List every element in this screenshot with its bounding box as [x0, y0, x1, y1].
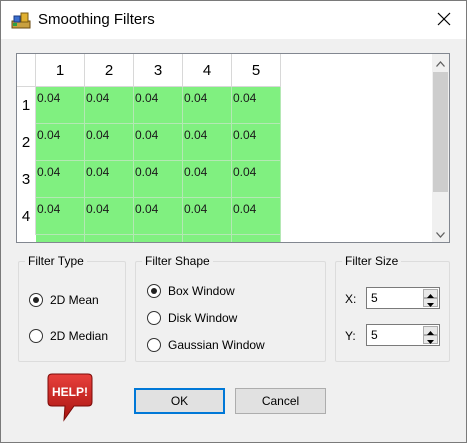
row-header[interactable]: 4 — [17, 198, 36, 235]
help-icon: HELP! — [47, 373, 93, 422]
filter-type-group: Filter Type 2D Mean 2D Median — [18, 254, 126, 362]
grid-cell[interactable]: 0.04 — [232, 161, 281, 198]
y-label: Y: — [345, 329, 356, 343]
grid-cell[interactable]: 0.04 — [134, 87, 183, 124]
radio-label: Disk Window — [168, 311, 238, 325]
chevron-down-icon — [436, 227, 445, 241]
title-bar: Smoothing Filters — [1, 1, 466, 39]
scroll-down-button[interactable] — [432, 225, 449, 242]
grid-cell[interactable]: 0.04 — [85, 124, 134, 161]
row-header[interactable]: 3 — [17, 161, 36, 198]
radio-2d-mean[interactable]: 2D Mean — [29, 291, 99, 309]
radio-button[interactable] — [147, 284, 161, 298]
grid-cell[interactable]: 0.04 — [36, 87, 85, 124]
filter-shape-title: Filter Shape — [142, 254, 213, 268]
cancel-button[interactable]: Cancel — [235, 388, 326, 414]
grid-cell[interactable]: 0.04 — [85, 198, 134, 235]
filter-shape-group: Filter Shape Box Window Disk Window Gaus… — [135, 254, 326, 362]
radio-button[interactable] — [147, 311, 161, 325]
grid-cell[interactable]: 0.04 — [36, 198, 85, 235]
grid-cell[interactable]: 0.04 — [232, 198, 281, 235]
column-header[interactable]: 4 — [183, 54, 232, 87]
radio-gaussian-window[interactable]: Gaussian Window — [147, 336, 265, 354]
row-header[interactable]: 2 — [17, 124, 36, 161]
column-header[interactable]: 2 — [85, 54, 134, 87]
grid-cell[interactable]: 0.04 — [134, 198, 183, 235]
x-label: X: — [345, 292, 357, 306]
grid-cell[interactable]: 0.04 — [36, 161, 85, 198]
scroll-thumb[interactable] — [433, 72, 448, 192]
radio-disk-window[interactable]: Disk Window — [147, 309, 237, 327]
filter-size-title: Filter Size — [342, 254, 402, 268]
radio-button[interactable] — [29, 293, 43, 307]
chevron-up-icon — [436, 56, 445, 70]
grid-cell[interactable]: 0.04 — [36, 124, 85, 161]
radio-label: 2D Mean — [50, 293, 99, 307]
radio-2d-median[interactable]: 2D Median — [29, 327, 108, 345]
grid-cell[interactable] — [183, 235, 232, 242]
row-header[interactable]: 1 — [17, 87, 36, 124]
triangle-down-icon — [427, 296, 434, 310]
column-header[interactable]: 1 — [36, 54, 85, 87]
x-decrement-button[interactable] — [423, 298, 438, 307]
grid-vertical-scrollbar[interactable] — [432, 54, 449, 242]
help-button[interactable]: HELP! — [44, 372, 96, 424]
column-header[interactable]: 3 — [134, 54, 183, 87]
help-label: HELP! — [52, 385, 88, 399]
kernel-grid[interactable]: 1 2 3 4 5 1 2 3 4 0.04 0.04 0.04 0.04 0.… — [16, 53, 450, 243]
smoothing-filters-dialog: Smoothing Filters 1 2 3 4 5 1 2 3 4 0.04 — [0, 0, 467, 443]
radio-label: Gaussian Window — [168, 338, 265, 352]
grid-cell[interactable]: 0.04 — [134, 124, 183, 161]
grid-cell[interactable]: 0.04 — [85, 161, 134, 198]
grid-cell[interactable]: 0.04 — [183, 87, 232, 124]
grid-cell[interactable]: 0.04 — [183, 124, 232, 161]
grid-cell[interactable]: 0.04 — [232, 87, 281, 124]
radio-button[interactable] — [147, 338, 161, 352]
radio-label: Box Window — [168, 284, 235, 298]
radio-label: 2D Median — [50, 329, 109, 343]
grid-cell[interactable] — [232, 235, 281, 242]
scroll-up-button[interactable] — [432, 54, 449, 71]
grid-cell[interactable] — [36, 235, 85, 242]
y-spin-buttons — [423, 326, 438, 344]
grid-cell[interactable]: 0.04 — [183, 161, 232, 198]
triangle-down-icon — [427, 333, 434, 347]
x-spin-buttons — [423, 289, 438, 307]
close-button[interactable] — [422, 1, 466, 39]
x-size-spinbox[interactable] — [366, 287, 440, 309]
window-title: Smoothing Filters — [38, 11, 155, 28]
grid-cell[interactable]: 0.04 — [232, 124, 281, 161]
ok-button[interactable]: OK — [134, 388, 225, 414]
y-size-input[interactable] — [369, 327, 421, 343]
grid-corner — [17, 54, 36, 87]
filter-size-group: Filter Size X: Y: — [335, 254, 450, 362]
grid-cell[interactable] — [134, 235, 183, 242]
y-decrement-button[interactable] — [423, 335, 438, 344]
x-size-input[interactable] — [369, 290, 421, 306]
y-size-spinbox[interactable] — [366, 324, 440, 346]
radio-box-window[interactable]: Box Window — [147, 282, 235, 300]
grid-cell[interactable] — [85, 235, 134, 242]
column-header[interactable]: 5 — [232, 54, 281, 87]
close-icon — [437, 12, 451, 29]
app-icon — [11, 10, 31, 30]
radio-button[interactable] — [29, 329, 43, 343]
grid-cell[interactable]: 0.04 — [183, 198, 232, 235]
grid-cell[interactable]: 0.04 — [134, 161, 183, 198]
grid-cell[interactable]: 0.04 — [85, 87, 134, 124]
filter-type-title: Filter Type — [25, 254, 87, 268]
kernel-grid-viewport: 1 2 3 4 5 1 2 3 4 0.04 0.04 0.04 0.04 0.… — [17, 54, 432, 242]
